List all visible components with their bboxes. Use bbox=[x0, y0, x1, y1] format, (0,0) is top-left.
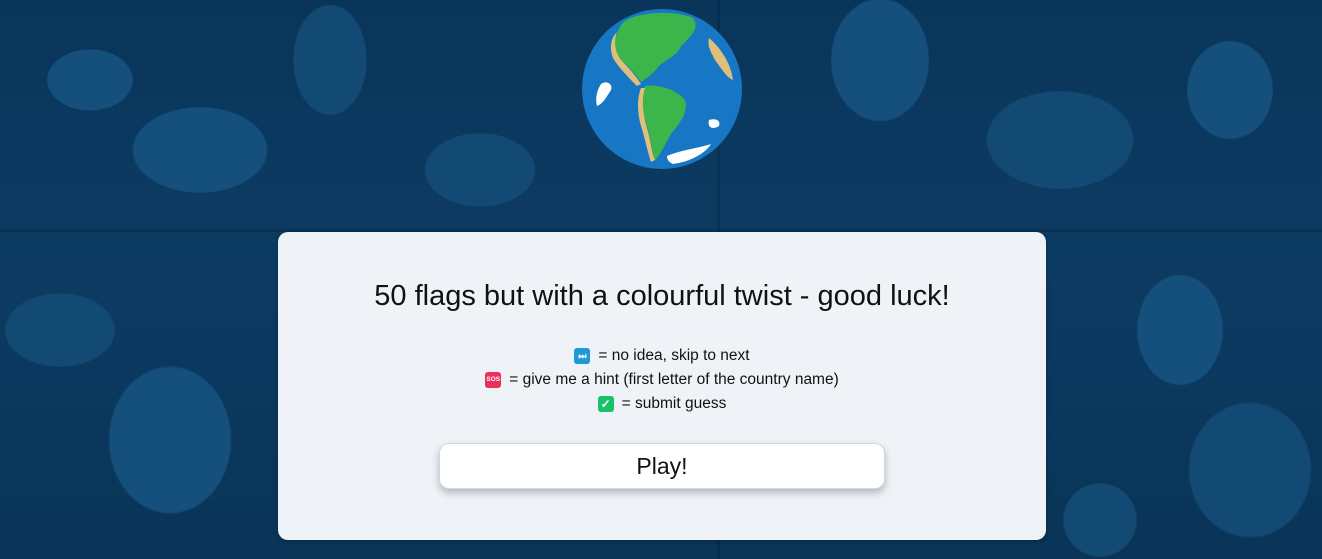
controls-legend: ⏭ = no idea, skip to next SOS = give me … bbox=[278, 344, 1046, 416]
sos-icon: SOS bbox=[485, 372, 502, 388]
legend-text-skip: = no idea, skip to next bbox=[598, 347, 750, 364]
legend-text-submit: = submit guess bbox=[621, 395, 727, 412]
legend-item-hint: SOS = give me a hint (first letter of th… bbox=[278, 368, 1046, 392]
play-button[interactable]: Play! bbox=[439, 443, 885, 489]
legend-text-hint: = give me a hint (first letter of the co… bbox=[509, 371, 839, 388]
check-mark-icon: ✓ bbox=[597, 396, 614, 412]
earth-globe-icon bbox=[582, 9, 742, 169]
legend-item-skip: ⏭ = no idea, skip to next bbox=[278, 344, 1046, 368]
legend-item-submit: ✓ = submit guess bbox=[278, 392, 1046, 416]
game-title: 50 flags but with a colourful twist - go… bbox=[374, 280, 950, 312]
fast-forward-icon: ⏭ bbox=[574, 348, 591, 364]
intro-card: 50 flags but with a colourful twist - go… bbox=[278, 232, 1046, 540]
